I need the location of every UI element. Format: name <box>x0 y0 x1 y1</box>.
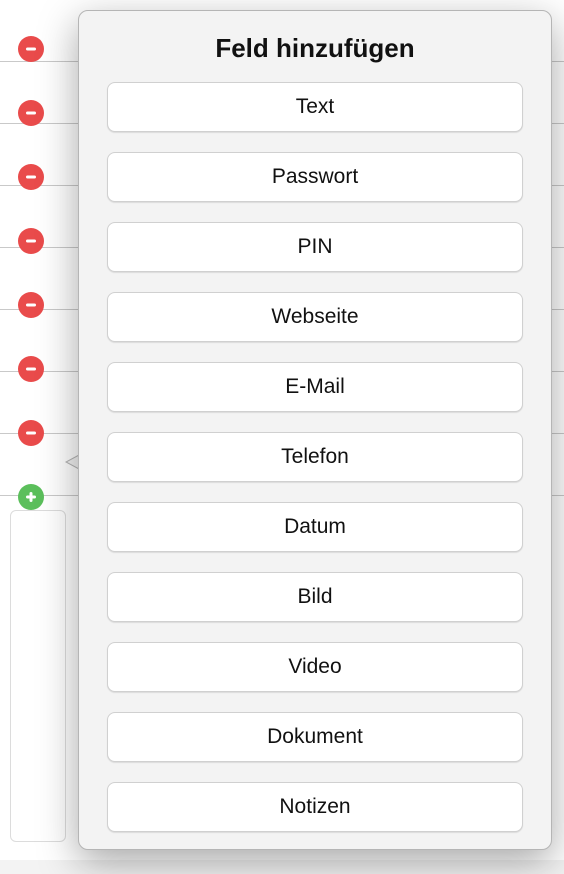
field-type-label: Passwort <box>272 165 358 189</box>
remove-field-button[interactable] <box>18 356 44 382</box>
field-type-telefon[interactable]: Telefon <box>107 432 523 482</box>
remove-field-button[interactable] <box>18 420 44 446</box>
field-type-dokument[interactable]: Dokument <box>107 712 523 762</box>
remove-field-button[interactable] <box>18 100 44 126</box>
minus-icon <box>23 41 39 57</box>
field-type-label: Video <box>288 655 341 679</box>
field-type-webseite[interactable]: Webseite <box>107 292 523 342</box>
field-type-video[interactable]: Video <box>107 642 523 692</box>
field-type-bild[interactable]: Bild <box>107 572 523 622</box>
remove-field-button[interactable] <box>18 228 44 254</box>
minus-icon <box>23 233 39 249</box>
side-icon-column <box>18 36 44 510</box>
field-type-datum[interactable]: Datum <box>107 502 523 552</box>
bottom-strip <box>0 860 564 874</box>
minus-icon <box>23 361 39 377</box>
minus-icon <box>23 297 39 313</box>
field-type-pin[interactable]: PIN <box>107 222 523 272</box>
add-field-button[interactable] <box>18 484 44 510</box>
add-field-popover: Feld hinzufügen Text Passwort PIN Webseite E… <box>78 10 552 850</box>
field-type-label: E-Mail <box>285 375 345 399</box>
field-type-passwort[interactable]: Passwort <box>107 152 523 202</box>
remove-field-button[interactable] <box>18 164 44 190</box>
popover-title: Feld hinzufügen <box>107 33 523 64</box>
field-type-list: Text Passwort PIN Webseite E-Mail Telefon Datu… <box>107 82 523 832</box>
field-type-label: Dokument <box>267 725 363 749</box>
field-type-label: PIN <box>297 235 332 259</box>
field-type-label: Datum <box>284 515 346 539</box>
notes-area <box>10 510 66 842</box>
minus-icon <box>23 105 39 121</box>
field-type-e-mail[interactable]: E-Mail <box>107 362 523 412</box>
field-type-label: Webseite <box>271 305 358 329</box>
remove-field-button[interactable] <box>18 36 44 62</box>
field-type-label: Notizen <box>279 795 350 819</box>
field-type-text[interactable]: Text <box>107 82 523 132</box>
field-type-label: Bild <box>297 585 332 609</box>
minus-icon <box>23 425 39 441</box>
field-type-label: Text <box>296 95 335 119</box>
field-type-label: Telefon <box>281 445 349 469</box>
minus-icon <box>23 169 39 185</box>
field-type-notizen[interactable]: Notizen <box>107 782 523 832</box>
remove-field-button[interactable] <box>18 292 44 318</box>
plus-icon <box>23 489 39 505</box>
